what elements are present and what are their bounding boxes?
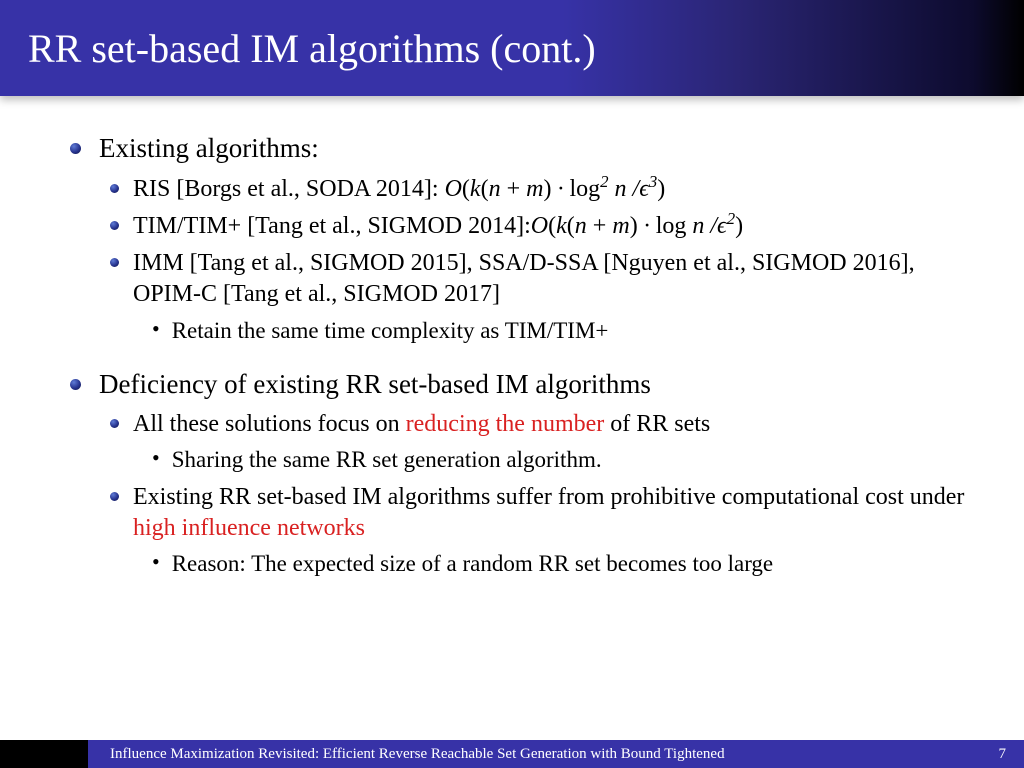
title-bar: RR set-based IM algorithms (cont.) (0, 0, 1024, 96)
bullet-icon: • (152, 444, 160, 473)
section-heading: Deficiency of existing RR set-based IM a… (99, 368, 651, 402)
footer: Influence Maximization Revisited: Effici… (0, 740, 1024, 768)
list-item: • Sharing the same RR set generation alg… (152, 444, 976, 475)
bullet-icon: • (152, 548, 160, 577)
section-existing: Existing algorithms: RIS [Borgs et al., … (70, 132, 976, 346)
bullet-icon (110, 419, 119, 428)
sub-list: All these solutions focus on reducing th… (110, 409, 976, 579)
footer-accent (0, 740, 88, 768)
bullet-icon (110, 492, 119, 501)
list-item: All these solutions focus on reducing th… (110, 409, 976, 475)
page-number: 7 (999, 746, 1007, 763)
item-text: All these solutions focus on reducing th… (133, 409, 710, 440)
list-item: IMM [Tang et al., SIGMOD 2015], SSA/D-SS… (110, 248, 976, 345)
sub-sub-list: • Retain the same time complexity as TIM… (152, 315, 976, 346)
list-item: RIS [Borgs et al., SODA 2014]: O(k(n + m… (110, 174, 976, 205)
bullet-icon (110, 258, 119, 267)
bullet-icon (110, 184, 119, 193)
sub-sub-list: • Sharing the same RR set generation alg… (152, 444, 976, 475)
footer-title: Influence Maximization Revisited: Effici… (110, 746, 725, 763)
item-text: IMM [Tang et al., SIGMOD 2015], SSA/D-SS… (133, 248, 976, 310)
list-item: • Retain the same time complexity as TIM… (152, 315, 976, 346)
bullet-icon (110, 221, 119, 230)
bullet-icon (70, 379, 81, 390)
list-item: • Reason: The expected size of a random … (152, 548, 976, 579)
footer-bar: Influence Maximization Revisited: Effici… (88, 740, 1024, 768)
bullet-icon: • (152, 315, 160, 344)
item-text: TIM/TIM+ [Tang et al., SIGMOD 2014]:O(k(… (133, 211, 743, 242)
item-text: Reason: The expected size of a random RR… (172, 548, 773, 579)
list-item: TIM/TIM+ [Tang et al., SIGMOD 2014]:O(k(… (110, 211, 976, 242)
list-item: Existing RR set-based IM algorithms suff… (110, 482, 976, 579)
sub-sub-list: • Reason: The expected size of a random … (152, 548, 976, 579)
bullet-icon (70, 143, 81, 154)
item-text: Existing RR set-based IM algorithms suff… (133, 482, 976, 544)
item-text: RIS [Borgs et al., SODA 2014]: O(k(n + m… (133, 174, 665, 205)
sub-list: RIS [Borgs et al., SODA 2014]: O(k(n + m… (110, 174, 976, 346)
item-text: Retain the same time complexity as TIM/T… (172, 315, 609, 346)
section-heading: Existing algorithms: (99, 132, 319, 166)
content-area: Existing algorithms: RIS [Borgs et al., … (0, 96, 1024, 579)
slide: RR set-based IM algorithms (cont.) Exist… (0, 0, 1024, 768)
bullet-list: Existing algorithms: RIS [Borgs et al., … (70, 132, 976, 579)
slide-title: RR set-based IM algorithms (cont.) (28, 25, 596, 72)
item-text: Sharing the same RR set generation algor… (172, 444, 602, 475)
section-deficiency: Deficiency of existing RR set-based IM a… (70, 368, 976, 579)
